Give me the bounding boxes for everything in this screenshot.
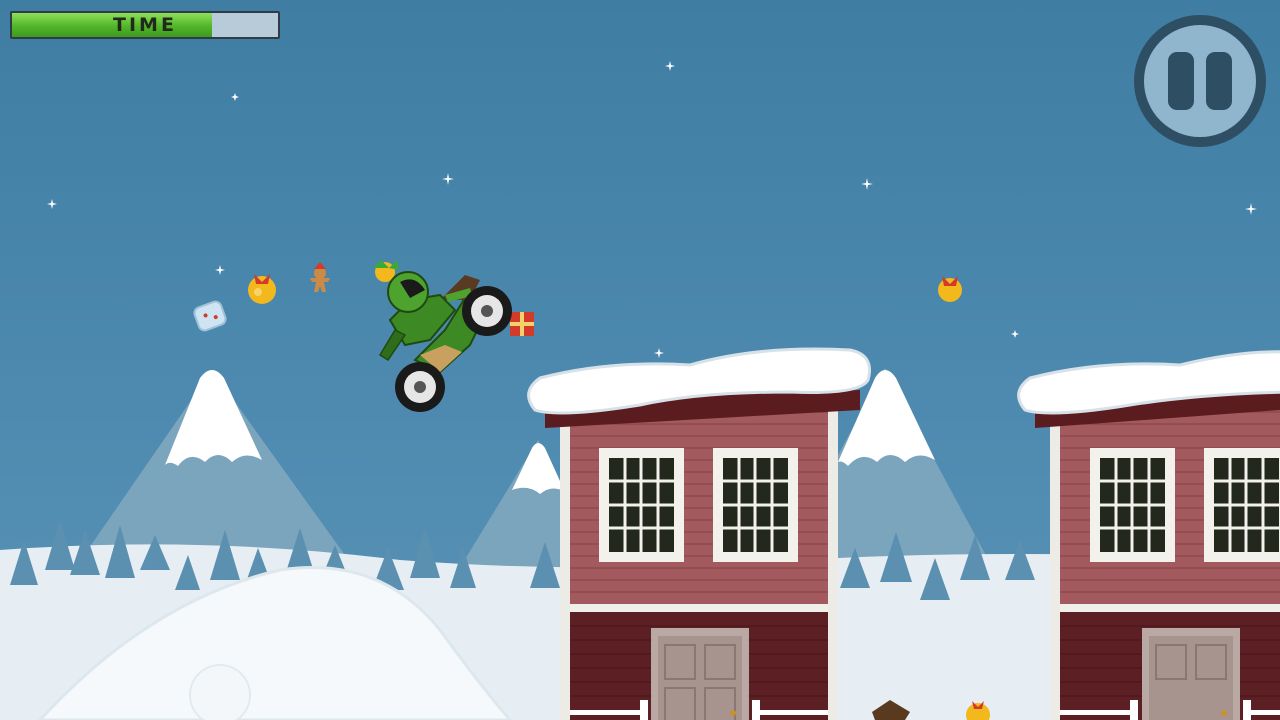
game-scene: TIME bbox=[0, 0, 1280, 720]
player-motorbike bbox=[378, 271, 512, 412]
ornament-item bbox=[938, 276, 962, 302]
snowflake bbox=[231, 93, 239, 101]
snowflake bbox=[1011, 330, 1019, 338]
snowflake bbox=[215, 265, 225, 275]
front-wheel bbox=[462, 286, 512, 336]
snowflake bbox=[1245, 203, 1257, 215]
snowflake bbox=[47, 199, 57, 209]
background-layer bbox=[0, 52, 1280, 720]
pause-button[interactable] bbox=[1134, 15, 1266, 147]
snowflake bbox=[665, 61, 675, 71]
candy-sack-item bbox=[193, 300, 227, 332]
time-bar: TIME bbox=[10, 11, 280, 39]
ornament-item bbox=[248, 274, 276, 304]
snowball bbox=[189, 664, 251, 720]
house-1 bbox=[527, 347, 871, 720]
snowflake bbox=[442, 173, 454, 185]
snowflake bbox=[654, 348, 664, 358]
gingerbread-item bbox=[310, 262, 330, 292]
gift-item bbox=[510, 312, 534, 336]
snowflake bbox=[861, 178, 873, 190]
pause-icon bbox=[1168, 52, 1194, 110]
snowflakes bbox=[47, 52, 1257, 358]
house-2 bbox=[1017, 350, 1280, 720]
pause-icon-bar-right bbox=[1206, 52, 1232, 110]
rear-wheel bbox=[395, 362, 445, 412]
time-label: TIME bbox=[113, 14, 177, 36]
